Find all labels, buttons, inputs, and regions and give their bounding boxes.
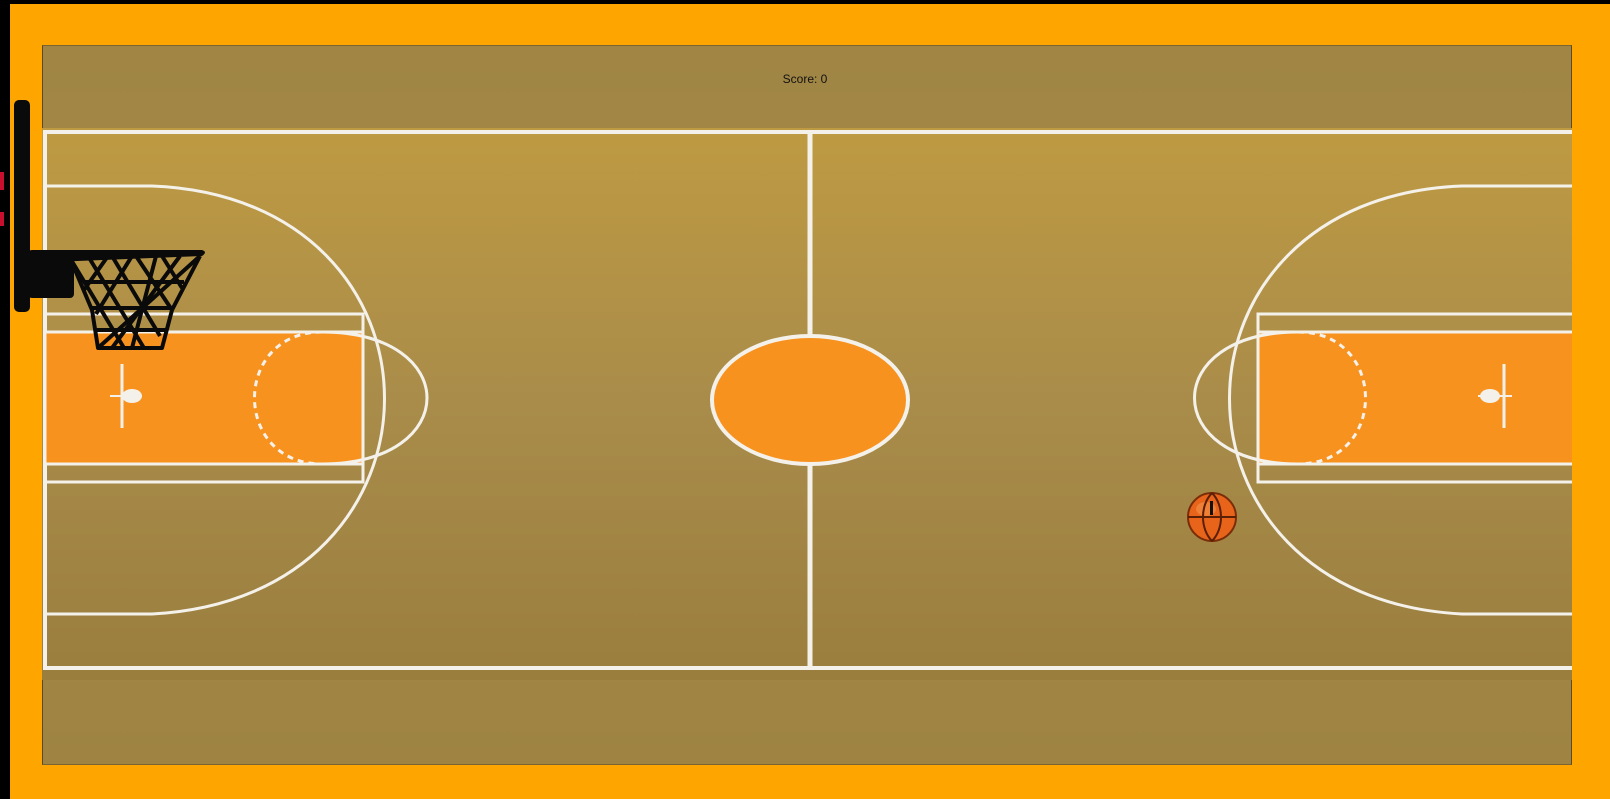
basketball-hoop xyxy=(14,100,205,350)
backboard xyxy=(14,100,30,312)
right-paint xyxy=(1256,330,1572,466)
edge-marker xyxy=(0,172,4,232)
basketball-court xyxy=(42,128,1572,680)
net xyxy=(68,254,202,350)
center-circle xyxy=(710,334,910,466)
score-label: Score: 0 xyxy=(782,72,828,86)
score-display: Score: 0 xyxy=(0,72,1610,86)
basketball[interactable] xyxy=(1186,491,1238,543)
